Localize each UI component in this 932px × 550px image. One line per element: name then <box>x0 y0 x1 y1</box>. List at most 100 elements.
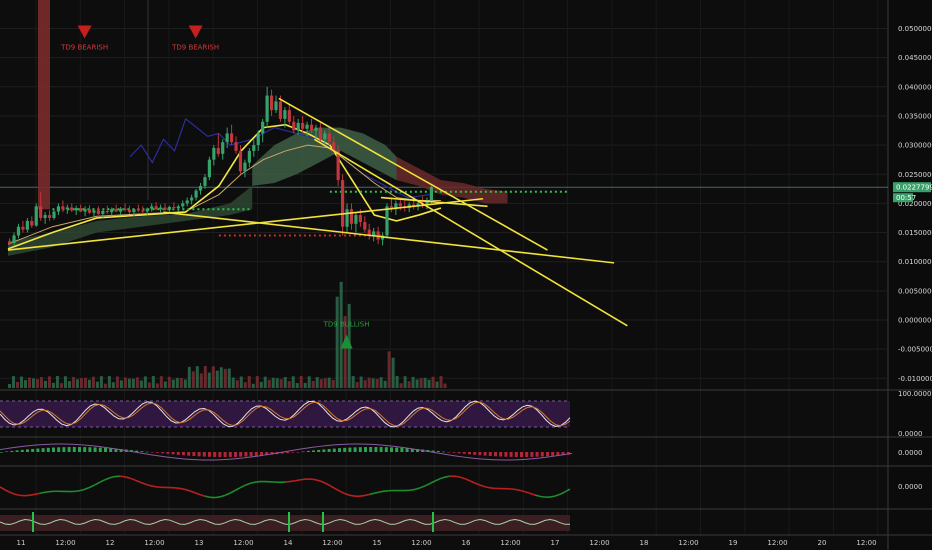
momentum-segment <box>454 475 461 478</box>
candle-body <box>252 145 256 151</box>
histogram-bar <box>36 448 40 452</box>
candle-body <box>274 101 278 111</box>
volume-bar <box>95 381 99 388</box>
candle-body <box>136 209 140 211</box>
momentum-segment <box>349 494 356 497</box>
histogram-bar <box>332 448 336 452</box>
volume-bar <box>195 366 199 388</box>
volume-bar <box>315 377 319 388</box>
candle-body <box>349 209 354 224</box>
volume-bar <box>319 379 323 388</box>
momentum-segment <box>364 493 371 497</box>
candle-body <box>292 121 296 131</box>
volume-bar <box>111 382 115 388</box>
volume-bar <box>443 383 447 388</box>
candle-body <box>345 209 349 227</box>
histogram-bar <box>436 451 440 452</box>
candle-body <box>278 101 283 119</box>
candle-body <box>314 127 318 131</box>
time-tick: 12:00 <box>767 539 787 547</box>
current-price-value: 0.02277990 <box>896 184 932 192</box>
time-tick: 20 <box>818 539 827 547</box>
histogram-bar <box>322 449 326 452</box>
histogram-bar <box>239 452 243 457</box>
time-tick: 12:00 <box>322 539 342 547</box>
volume-bar <box>371 378 375 388</box>
volume-bar <box>323 378 327 388</box>
volume-bar <box>171 379 175 388</box>
candle-body <box>21 226 25 230</box>
chart-canvas[interactable]: TD9 BEARISH TD9 BEARISH TD9 BULLISH 100.00… <box>0 0 932 550</box>
volume-bar <box>247 376 251 388</box>
volume-bar <box>239 376 243 388</box>
volume-bar <box>287 381 291 388</box>
volume-bar <box>207 372 211 388</box>
volume-bar <box>19 376 23 388</box>
volume-bar <box>355 382 359 388</box>
momentum-segment <box>14 493 21 497</box>
momentum-segment <box>484 485 491 489</box>
histogram-bar <box>514 452 518 457</box>
volume-bar <box>215 370 219 388</box>
histogram-bar <box>364 447 367 452</box>
time-tick: 12:00 <box>500 539 520 547</box>
histogram-bar <box>213 452 217 457</box>
histogram-bar <box>218 452 222 457</box>
volume-bar <box>235 380 239 388</box>
time-tick: 12:00 <box>55 539 75 547</box>
candle-body <box>65 207 69 210</box>
volume-bar <box>375 378 379 388</box>
histogram-bar <box>379 447 383 452</box>
time-tick: 12:00 <box>589 539 609 547</box>
volume-bar <box>219 367 223 388</box>
volume-bar <box>243 382 247 388</box>
histogram-bar <box>520 452 523 457</box>
volume-bar <box>383 380 387 388</box>
volume-bar <box>119 380 123 388</box>
momentum-segment <box>309 478 316 481</box>
volume-bar <box>11 376 15 388</box>
volume-bar <box>103 383 107 388</box>
histogram-bar <box>208 452 211 457</box>
candle-body <box>87 209 92 213</box>
histogram-bar <box>72 447 76 452</box>
momentum-segment <box>444 475 451 478</box>
histogram-bar <box>197 452 201 457</box>
price-tick: 0.03500000 <box>898 112 932 120</box>
volume-bar <box>223 368 227 388</box>
candle-body <box>74 208 78 211</box>
histogram-bar <box>15 450 19 452</box>
histogram-bar <box>228 452 232 457</box>
candle-body <box>318 127 322 140</box>
candle-body <box>198 185 203 191</box>
momentum-segment <box>509 488 516 491</box>
momentum-segment <box>204 495 211 499</box>
volume-bar <box>255 376 259 388</box>
histogram-bar <box>10 450 14 452</box>
signal-label: TD9 BEARISH <box>171 43 219 51</box>
volume-bar <box>71 376 75 388</box>
histogram-bar <box>358 447 362 452</box>
osc-marker <box>288 512 290 532</box>
momentum-segment <box>214 496 221 499</box>
candle-body <box>301 122 305 129</box>
volume-bar <box>8 384 11 388</box>
volume-bar <box>307 376 311 388</box>
histogram-bar <box>182 452 185 456</box>
histogram-bar <box>462 452 466 454</box>
subpanel-label: 0.0000 <box>898 449 923 457</box>
volume-bar <box>83 377 87 388</box>
histogram-bar <box>140 451 144 452</box>
momentum-segment <box>299 478 306 481</box>
candle-body <box>34 206 38 226</box>
volume-bar <box>299 376 303 388</box>
price-tick: 0.05000000 <box>898 25 932 33</box>
time-tick: 12 <box>106 539 115 547</box>
histogram-bar <box>499 452 503 457</box>
histogram-bar <box>67 447 71 452</box>
price-tick: 0.04500000 <box>898 54 932 62</box>
volume-bar <box>327 377 331 388</box>
histogram-bar <box>468 452 471 455</box>
candle-body <box>256 133 260 146</box>
histogram-bar <box>343 447 347 452</box>
